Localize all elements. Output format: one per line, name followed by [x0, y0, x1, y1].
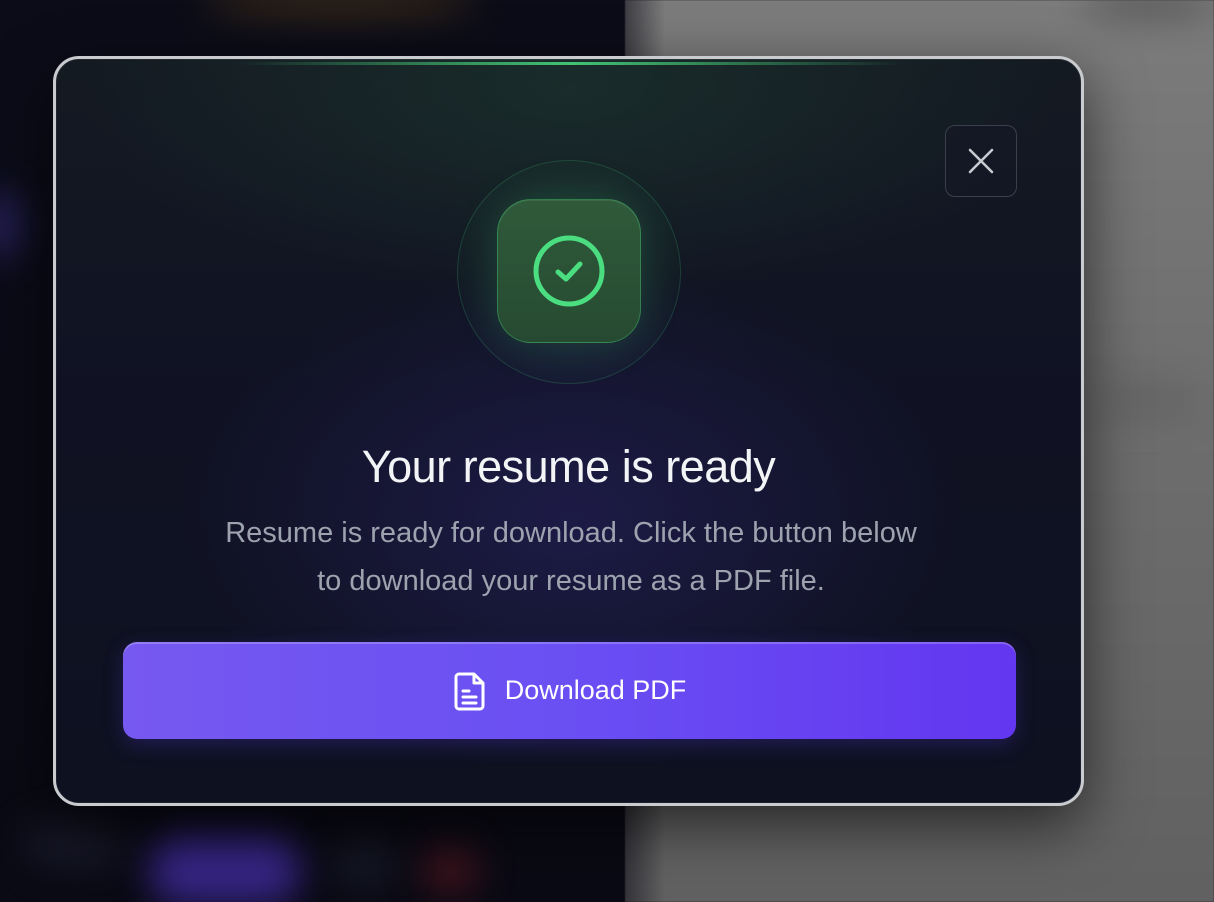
- download-button-label: Download PDF: [504, 675, 687, 705]
- backdrop-blur-shape: [20, 820, 130, 870]
- dialog-top-glow: [236, 62, 906, 65]
- backdrop-blur-shape: [1090, 380, 1200, 420]
- close-button[interactable]: [945, 125, 1017, 197]
- description-line: to download your resume as a PDF file.: [317, 565, 825, 597]
- backdrop-blur-shape: [420, 845, 480, 895]
- close-icon: [968, 148, 994, 174]
- status-icon-tile: [497, 199, 641, 343]
- file-text-icon: [454, 672, 485, 710]
- resume-ready-dialog: Your resume is ready Resume is ready for…: [53, 56, 1084, 806]
- check-circle-icon: [533, 235, 605, 307]
- download-pdf-button[interactable]: Download PDF: [123, 642, 1016, 739]
- description-line: Resume is ready for download. Click the …: [225, 517, 917, 549]
- dialog-title: Your resume is ready: [361, 441, 776, 492]
- backdrop-blur-shape: [150, 835, 300, 902]
- dialog-description: Resume is ready for download. Click the …: [186, 509, 956, 605]
- backdrop-blur-shape: [330, 840, 400, 890]
